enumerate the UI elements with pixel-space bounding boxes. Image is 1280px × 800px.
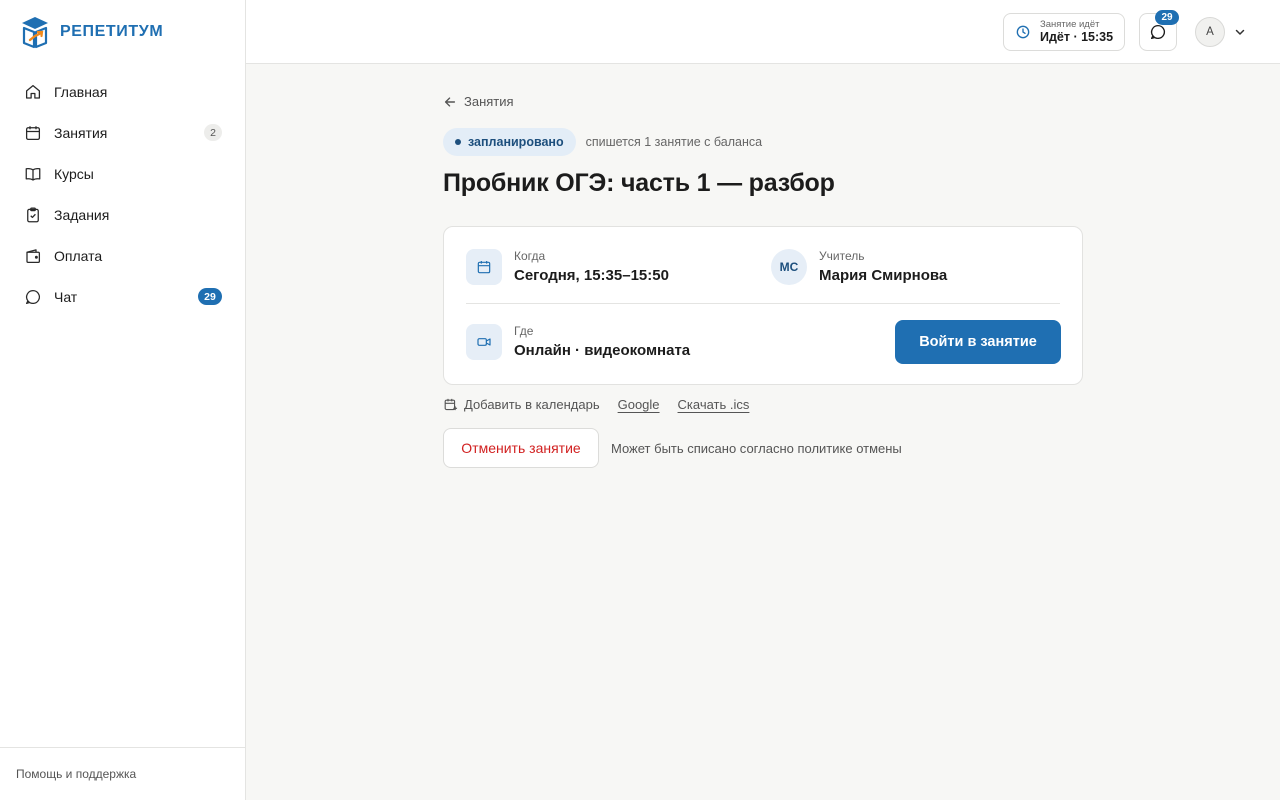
status-label: запланировано [468, 135, 564, 149]
live-lesson-indicator[interactable]: Занятие идёт Идёт · 15:35 [1003, 13, 1125, 51]
teacher-avatar: МС [771, 249, 807, 285]
brand-logo-icon [22, 17, 48, 49]
lessons-count-badge: 2 [204, 124, 222, 141]
help-support-link[interactable]: Помощь и поддержка [16, 767, 136, 781]
sidebar-item-label: Занятия [54, 124, 108, 141]
join-lesson-button[interactable]: Войти в занятие [895, 320, 1061, 364]
sidebar-item-label: Оплата [54, 247, 103, 264]
sidebar-item-home[interactable]: Главная [0, 71, 246, 112]
sidebar-item-label: Главная [54, 83, 108, 100]
sidebar-item-lessons[interactable]: Занятия 2 [0, 112, 246, 153]
chevron-down-icon[interactable] [1234, 26, 1246, 38]
top-bar: Занятие идёт Идёт · 15:35 29 A [246, 0, 1280, 64]
back-to-lessons-link[interactable]: Занятия [443, 94, 514, 109]
sidebar: РЕПЕТИТУМ Главная Занятия 2 Курсы Задани… [0, 0, 246, 800]
sidebar-item-chat[interactable]: Чат 29 [0, 276, 246, 317]
when-icon-box [466, 249, 502, 285]
brand[interactable]: РЕПЕТИТУМ [20, 14, 163, 50]
teacher-caption: Учитель [819, 249, 865, 263]
calendar-icon [477, 261, 491, 274]
sidebar-item-label: Чат [54, 288, 78, 305]
where-value: Онлайн · видеокомната [514, 342, 691, 359]
sidebar-footer: Помощь и поддержка [0, 747, 246, 800]
status-badge: запланировано [443, 128, 576, 156]
google-calendar-link[interactable]: Google [618, 397, 660, 412]
card-divider [466, 303, 1060, 304]
chat-icon [1150, 24, 1166, 40]
cancel-lesson-button[interactable]: Отменить занятие [443, 428, 599, 468]
cancel-row: Отменить занятие Может быть списано согл… [443, 428, 902, 468]
calendar-plus-icon [444, 398, 458, 411]
sidebar-item-payment[interactable]: Оплата [0, 235, 246, 276]
sidebar-item-label: Задания [54, 206, 110, 223]
clipboard-check-icon [27, 206, 39, 222]
sidebar-nav: Главная Занятия 2 Курсы Задания Оплата Ч… [0, 71, 246, 317]
lesson-info-card: Когда Сегодня, 15:35–15:50 МС Учитель Ма… [443, 226, 1083, 385]
balance-note: спишется 1 занятие с баланса [585, 135, 763, 149]
when-value: Сегодня, 15:35–15:50 [514, 267, 669, 284]
sidebar-item-label: Курсы [54, 165, 94, 182]
live-lesson-text: Занятие идёт Идёт · 15:35 [1040, 19, 1113, 45]
where-caption: Где [514, 324, 534, 338]
teacher-name: Мария Смирнова [819, 267, 948, 284]
wallet-icon [26, 248, 41, 263]
back-label: Занятия [464, 94, 514, 109]
chat-unread-badge: 29 [1155, 10, 1179, 25]
cancel-policy-note: Может быть списано согласно политике отм… [611, 440, 902, 456]
page-title: Пробник ОГЭ: часть 1 — разбор [443, 169, 835, 197]
home-icon [25, 84, 41, 99]
clock-icon [1016, 25, 1030, 39]
status-row: запланировано спишется 1 занятие с балан… [443, 128, 762, 156]
arrow-left-icon [444, 96, 456, 107]
where-icon-box [466, 324, 502, 360]
sidebar-item-assignments[interactable]: Задания [0, 194, 246, 235]
user-avatar[interactable]: A [1195, 17, 1225, 47]
chat-count-badge: 29 [198, 288, 222, 305]
add-to-calendar-label: Добавить в календарь [464, 397, 600, 412]
add-to-calendar-row: Добавить в календарь Google Скачать .ics [443, 396, 767, 413]
chat-icon [25, 289, 41, 304]
brand-name: РЕПЕТИТУМ [60, 23, 164, 40]
download-ics-link[interactable]: Скачать .ics [678, 397, 750, 412]
video-camera-icon [477, 338, 491, 346]
when-caption: Когда [514, 249, 546, 263]
live-lesson-time: Идёт · 15:35 [1040, 30, 1114, 44]
book-icon [25, 167, 41, 181]
live-lesson-caption: Занятие идёт [1040, 19, 1100, 30]
status-dot [455, 139, 461, 145]
sidebar-item-courses[interactable]: Курсы [0, 153, 246, 194]
calendar-icon [25, 125, 41, 140]
